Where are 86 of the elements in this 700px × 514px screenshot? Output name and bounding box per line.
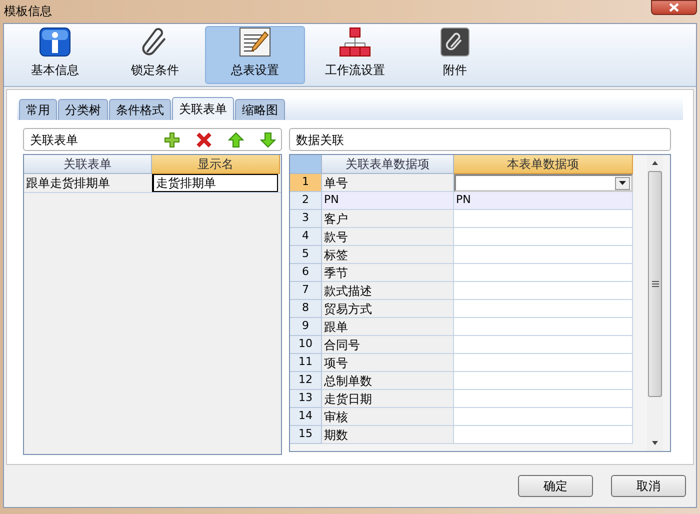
attachment-icon bbox=[440, 27, 470, 57]
dialog-button[interactable]: 确定 bbox=[518, 475, 593, 497]
table-cell[interactable]: 客户 bbox=[322, 210, 454, 228]
row-number: 4 bbox=[290, 228, 322, 246]
row-number: 7 bbox=[290, 282, 322, 300]
table-cell[interactable]: 跟单走货排期单 bbox=[24, 174, 152, 192]
dropdown-button[interactable] bbox=[615, 176, 630, 190]
column-header[interactable]: 显示名 bbox=[152, 155, 280, 174]
table-cell[interactable]: 合同号 bbox=[322, 336, 454, 354]
toolbar-button[interactable]: 锁定条件 bbox=[105, 26, 205, 84]
toolbar-button[interactable]: 工作流设置 bbox=[305, 26, 405, 84]
hierarchy-icon bbox=[339, 27, 371, 57]
table-cell[interactable]: 审核 bbox=[322, 408, 454, 426]
delete-button[interactable] bbox=[195, 130, 213, 148]
dropdown-field[interactable] bbox=[454, 174, 633, 192]
vertical-scrollbar[interactable] bbox=[647, 155, 663, 451]
tab[interactable]: 常用 bbox=[19, 99, 57, 120]
grip-icon bbox=[652, 281, 658, 287]
table-cell[interactable] bbox=[454, 246, 633, 264]
row-number: 3 bbox=[290, 210, 322, 228]
arrow-up-icon bbox=[228, 132, 244, 148]
table-cell[interactable] bbox=[454, 282, 633, 300]
table-cell[interactable]: 单号 bbox=[322, 174, 454, 192]
panel-title: 数据关联 bbox=[296, 132, 344, 148]
row-number: 11 bbox=[290, 354, 322, 372]
move-up-button[interactable] bbox=[227, 130, 245, 148]
table-cell[interactable] bbox=[454, 336, 633, 354]
toolbar-button[interactable]: 总表设置 bbox=[205, 26, 305, 84]
add-button[interactable] bbox=[163, 130, 181, 148]
close-icon bbox=[196, 132, 212, 148]
table-cell[interactable] bbox=[454, 318, 633, 336]
close-button[interactable] bbox=[651, 0, 697, 15]
row-number: 1 bbox=[290, 174, 322, 192]
tab[interactable]: 分类树 bbox=[58, 99, 108, 120]
table-cell[interactable] bbox=[454, 390, 633, 408]
dialog-button[interactable]: 取消 bbox=[611, 475, 686, 497]
row-number: 10 bbox=[290, 336, 322, 354]
column-header[interactable]: 关联表单数据项 bbox=[322, 155, 454, 174]
tab[interactable]: 关联表单 bbox=[172, 97, 234, 120]
window-title: 模板信息 bbox=[4, 3, 52, 20]
tab[interactable]: 条件格式 bbox=[109, 99, 171, 120]
close-icon bbox=[669, 3, 679, 12]
table-cell[interactable]: 款式描述 bbox=[322, 282, 454, 300]
table-cell[interactable] bbox=[454, 408, 633, 426]
table-cell[interactable]: PN bbox=[454, 192, 633, 210]
info-icon bbox=[39, 27, 71, 57]
table-cell[interactable]: 项号 bbox=[322, 354, 454, 372]
row-number: 13 bbox=[290, 390, 322, 408]
table-cell[interactable]: 走货日期 bbox=[322, 390, 454, 408]
scrollbar-thumb[interactable] bbox=[648, 171, 662, 397]
table-cell[interactable]: 标签 bbox=[322, 246, 454, 264]
row-number: 2 bbox=[290, 192, 322, 210]
row-number: 12 bbox=[290, 372, 322, 390]
table-cell[interactable]: 贸易方式 bbox=[322, 300, 454, 318]
tab[interactable]: 缩略图 bbox=[235, 99, 285, 120]
table-cell[interactable]: 季节 bbox=[322, 264, 454, 282]
column-header[interactable]: 本表单数据项 bbox=[454, 155, 633, 174]
row-number: 14 bbox=[290, 408, 322, 426]
table-cell[interactable]: 期数 bbox=[322, 426, 454, 444]
table-cell[interactable] bbox=[454, 210, 633, 228]
table-cell[interactable]: 走货排期单 bbox=[152, 174, 278, 192]
row-number: 8 bbox=[290, 300, 322, 318]
toolbar-button[interactable]: 附件 bbox=[405, 26, 505, 84]
table-cell[interactable] bbox=[454, 300, 633, 318]
table-cell[interactable] bbox=[454, 426, 633, 444]
panel-title: 关联表单 bbox=[30, 132, 79, 148]
column-header[interactable]: 关联表单 bbox=[24, 155, 152, 174]
table-cell[interactable]: 跟单 bbox=[322, 318, 454, 336]
row-number: 9 bbox=[290, 318, 322, 336]
notepad-pencil-icon bbox=[239, 27, 271, 57]
arrow-down-icon bbox=[260, 132, 276, 148]
table-cell[interactable] bbox=[454, 264, 633, 282]
plus-icon bbox=[164, 132, 180, 148]
move-down-button[interactable] bbox=[259, 130, 277, 148]
table-cell[interactable] bbox=[454, 372, 633, 390]
caret-icon bbox=[619, 181, 626, 185]
table-cell[interactable]: 总制单数 bbox=[322, 372, 454, 390]
toolbar-button[interactable]: 基本信息 bbox=[5, 26, 105, 84]
row-number: 6 bbox=[290, 264, 322, 282]
table-cell[interactable]: 款号 bbox=[322, 228, 454, 246]
table-cell[interactable] bbox=[454, 354, 633, 372]
table-cell[interactable] bbox=[454, 228, 633, 246]
corner-header[interactable] bbox=[290, 155, 322, 174]
row-number: 15 bbox=[290, 426, 322, 444]
row-number: 5 bbox=[290, 246, 322, 264]
table-cell[interactable]: PN bbox=[322, 192, 454, 210]
